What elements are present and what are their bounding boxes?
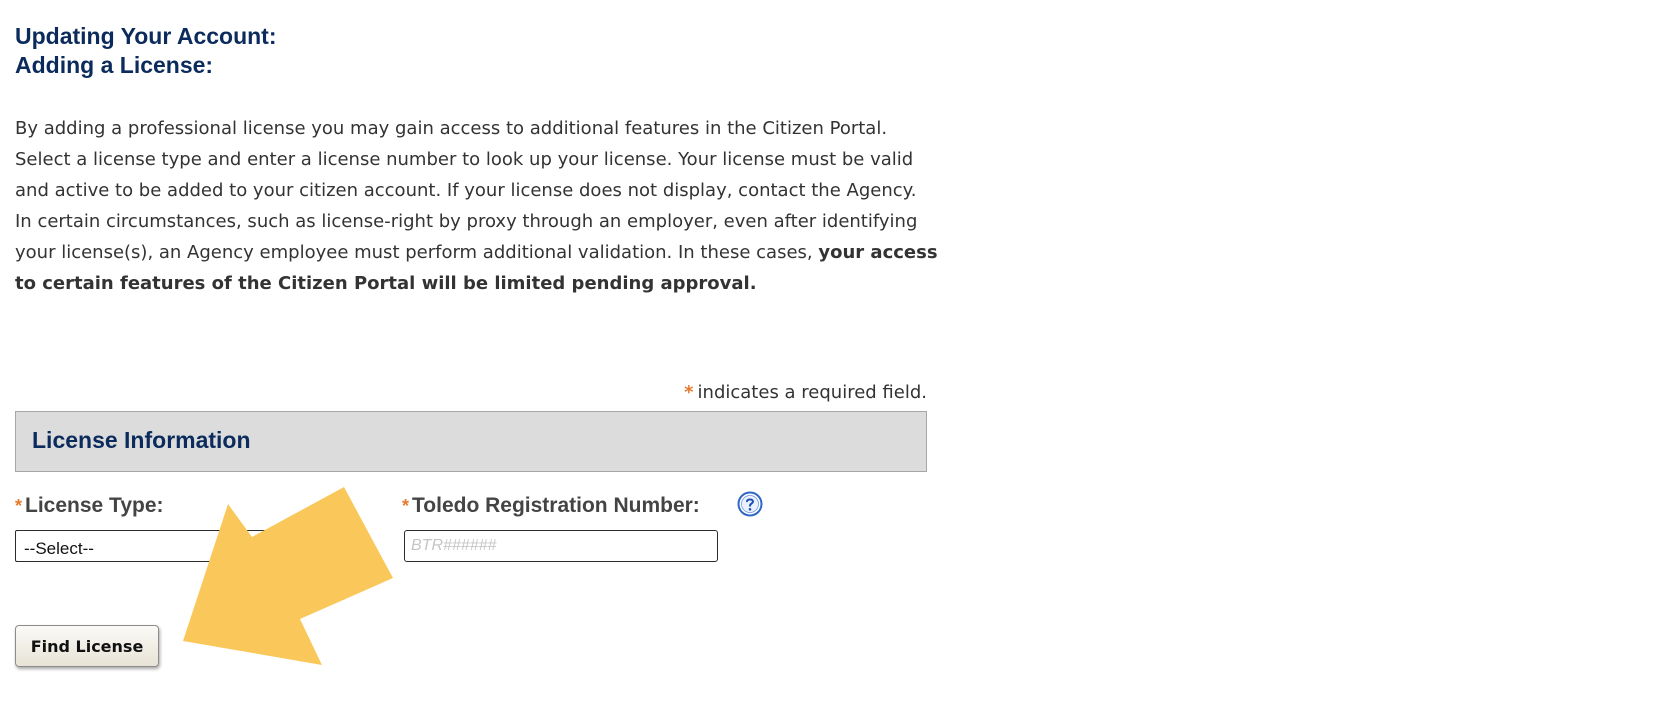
page-title: Updating Your Account: [15, 23, 277, 49]
page-subtitle: Adding a License: [15, 52, 214, 78]
find-license-button[interactable]: Find License [15, 625, 159, 667]
section-title: License Information [32, 427, 251, 453]
section-header: License Information [15, 411, 927, 472]
intro-paragraph-2: In certain circumstances, such as licens… [15, 206, 945, 299]
required-field-note: * indicates a required field. [15, 382, 927, 403]
intro-plain-text: In certain circumstances, such as licens… [15, 211, 918, 263]
intro-paragraph: By adding a professional license you may… [15, 118, 917, 201]
required-star: * [684, 382, 694, 403]
license-type-label-text: License Type: [25, 494, 164, 517]
license-type-select[interactable]: --Select-- [15, 530, 367, 562]
page-headings: Updating Your Account: Adding a License: [15, 22, 277, 80]
registration-number-label-text: Toledo Registration Number: [412, 494, 700, 517]
chevron-down-icon [350, 542, 360, 549]
required-star: * [15, 496, 23, 516]
registration-number-label: * Toledo Registration Number: [402, 494, 700, 518]
annotation-arrow-icon [183, 487, 393, 665]
license-type-selected-value: --Select-- [24, 539, 94, 558]
required-note-text: indicates a required field. [697, 382, 927, 403]
license-type-label: * License Type: [15, 494, 164, 518]
intro-text: By adding a professional license you may… [15, 113, 945, 299]
required-star: * [402, 496, 410, 516]
registration-number-input[interactable] [404, 530, 718, 562]
help-icon[interactable] [737, 491, 763, 517]
